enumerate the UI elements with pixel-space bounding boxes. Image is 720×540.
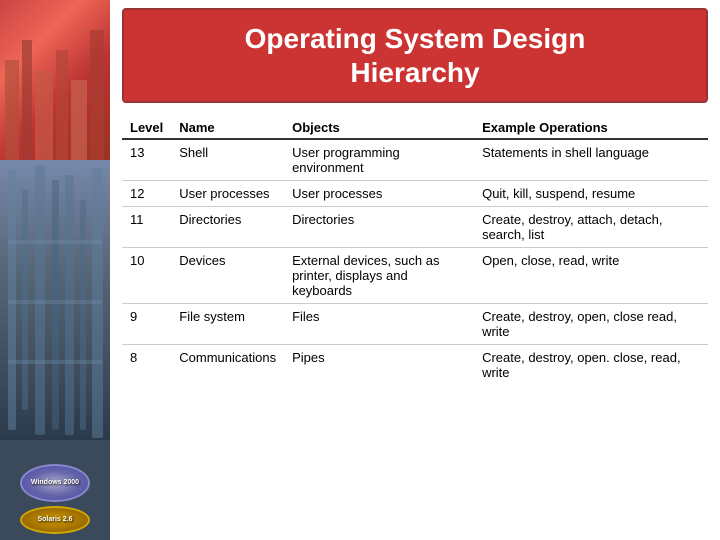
solaris-badge: Solaris 2.6 (20, 506, 90, 534)
cell-operations: Statements in shell language (474, 139, 708, 181)
main-content: Operating System Design Hierarchy Level … (110, 0, 720, 540)
table-row: 10DevicesExternal devices, such as print… (122, 248, 708, 304)
cell-objects: External devices, such as printer, displ… (284, 248, 474, 304)
table-row: 11DirectoriesDirectoriesCreate, destroy,… (122, 207, 708, 248)
sidebar-bottom-images: Windows 2000 Solaris 2.6 (0, 440, 110, 540)
cell-name: User processes (171, 181, 284, 207)
cell-level: 8 (122, 345, 171, 386)
sidebar-top-image (0, 0, 110, 160)
cell-name: Directories (171, 207, 284, 248)
cell-name: Devices (171, 248, 284, 304)
cell-level: 10 (122, 248, 171, 304)
col-header-objects: Objects (284, 117, 474, 139)
sidebar: Windows 2000 Solaris 2.6 (0, 0, 110, 540)
cell-operations: Create, destroy, open, close read, write (474, 304, 708, 345)
sidebar-image-area: Windows 2000 Solaris 2.6 (0, 0, 110, 540)
cell-objects: Pipes (284, 345, 474, 386)
col-header-ops: Example Operations (474, 117, 708, 139)
sidebar-mid-image (0, 160, 110, 440)
cell-objects: Directories (284, 207, 474, 248)
hierarchy-table: Level Name Objects Example Operations 13… (122, 117, 708, 385)
table-row: 12User processesUser processesQuit, kill… (122, 181, 708, 207)
cell-level: 12 (122, 181, 171, 207)
cell-level: 13 (122, 139, 171, 181)
cell-objects: User programming environment (284, 139, 474, 181)
cell-operations: Create, destroy, attach, detach, search,… (474, 207, 708, 248)
cell-name: Communications (171, 345, 284, 386)
table-row: 8CommunicationsPipesCreate, destroy, ope… (122, 345, 708, 386)
cell-name: File system (171, 304, 284, 345)
cell-objects: Files (284, 304, 474, 345)
table-row: 9File systemFilesCreate, destroy, open, … (122, 304, 708, 345)
cell-operations: Create, destroy, open. close, read, writ… (474, 345, 708, 386)
col-header-name: Name (171, 117, 284, 139)
col-header-level: Level (122, 117, 171, 139)
windows-badge: Windows 2000 (20, 464, 90, 502)
cell-level: 9 (122, 304, 171, 345)
cell-operations: Open, close, read, write (474, 248, 708, 304)
title-box: Operating System Design Hierarchy (122, 8, 708, 103)
cell-level: 11 (122, 207, 171, 248)
cell-name: Shell (171, 139, 284, 181)
page-title: Operating System Design Hierarchy (144, 22, 686, 89)
cell-operations: Quit, kill, suspend, resume (474, 181, 708, 207)
table-row: 13ShellUser programming environmentState… (122, 139, 708, 181)
cell-objects: User processes (284, 181, 474, 207)
